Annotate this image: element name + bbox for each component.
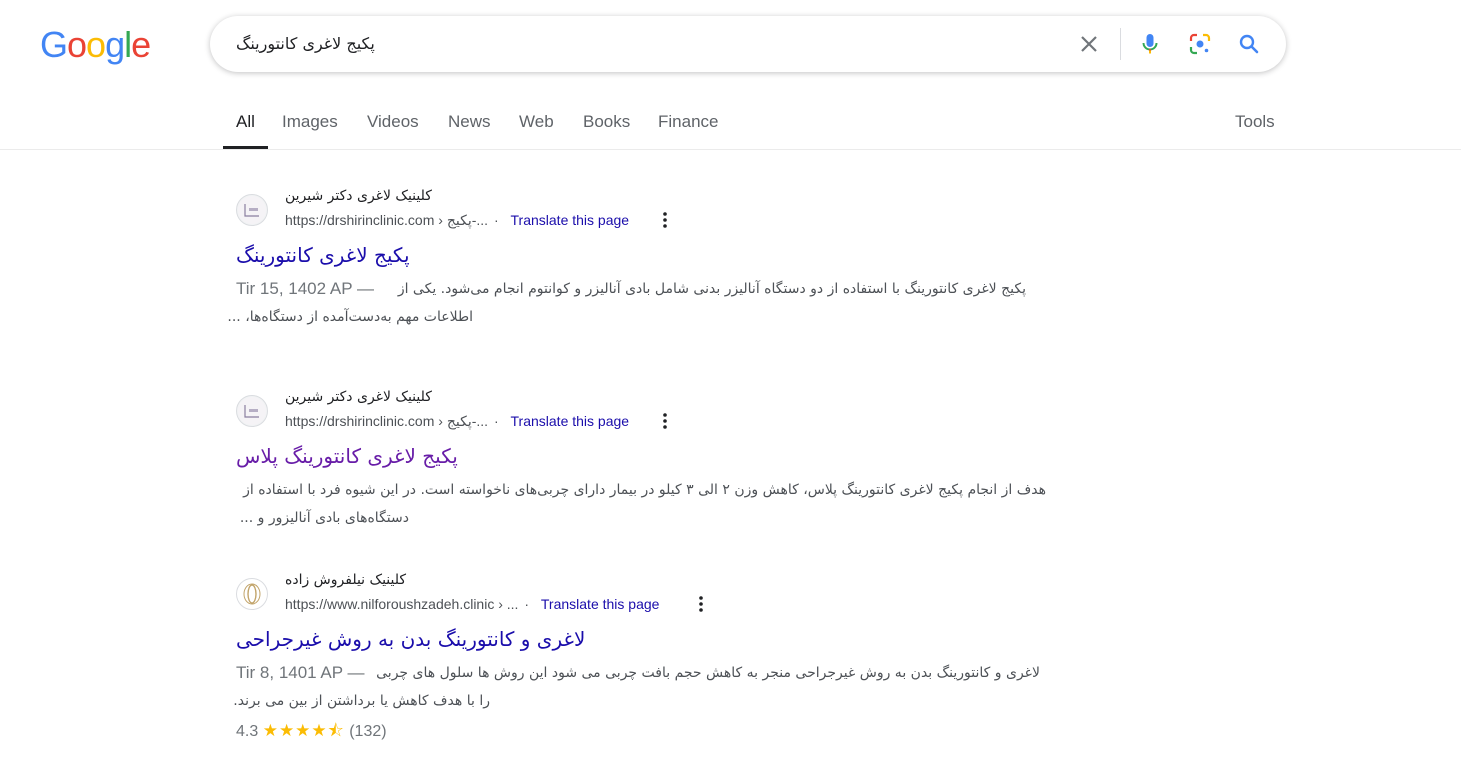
snippet-line: لاغری و کانتورینگ بدن به روش غیرجراحی من… [236, 659, 1040, 687]
separator-dot: · [524, 596, 529, 612]
site-favicon[interactable] [236, 194, 268, 226]
lens-icon[interactable] [1188, 32, 1212, 56]
site-url[interactable]: https://www.nilforoushzadeh.clinic › ...… [285, 596, 659, 612]
result-snippet: لاغری و کانتورینگ بدن به روش غیرجراحی من… [233, 659, 1048, 715]
site-url[interactable]: https://drshirinclinic.com › پکیج-... · … [285, 212, 629, 229]
site-favicon[interactable] [236, 395, 268, 427]
tab-videos[interactable]: Videos [354, 104, 432, 148]
logo-letter: o [86, 24, 106, 65]
clinic-logo-icon [238, 196, 266, 224]
translate-link[interactable]: Translate this page [541, 596, 660, 612]
snippet-text: پکیج لاغری کانتورینگ با استفاده از دو دس… [397, 281, 1026, 297]
more-options-icon[interactable] [691, 594, 711, 614]
logo-letter: e [131, 24, 151, 65]
separator-dot: · [493, 212, 499, 228]
search-tabs: All Images Videos News Web Books Finance [223, 104, 1461, 150]
result-title[interactable]: لاغری و کانتورینگ بدن به روش غیرجراحی [236, 627, 585, 651]
result-title[interactable]: پکیج لاغری کانتورینگ [236, 243, 410, 267]
site-name[interactable]: کلینیک لاغری دکتر شیرین [285, 188, 432, 204]
url-text[interactable]: https://drshirinclinic.com › پکیج-... [285, 413, 488, 429]
more-options-icon[interactable] [655, 210, 675, 230]
result-snippet: هدف از انجام پکیج لاغری کانتورینگ پلاس، … [236, 476, 1048, 532]
tab-web[interactable]: Web [506, 104, 567, 148]
result-date: Tir 8, 1401 AP — [236, 663, 365, 682]
search-input[interactable]: پکیج لاغری کانتورینگ [236, 16, 375, 72]
tab-books[interactable]: Books [570, 104, 643, 148]
snippet-text: لاغری و کانتورینگ بدن به روش غیرجراحی من… [376, 665, 1040, 681]
rating-count: (132) [349, 723, 387, 740]
url-text[interactable]: https://drshirinclinic.com › پکیج-... [285, 212, 488, 228]
header-divider [0, 149, 1461, 150]
url-text[interactable]: https://www.nilforoushzadeh.clinic › ... [285, 596, 518, 612]
site-url[interactable]: https://drshirinclinic.com › پکیج-... · … [285, 413, 629, 430]
snippet-line: دستگاه‌های بادی آنالیزور و ... [239, 510, 409, 526]
snippet-line: اطلاعات مهم به‌دست‌آمده از دستگاه‌ها، ..… [227, 309, 473, 325]
separator-dot: · [493, 413, 499, 429]
result-snippet: پکیج لاغری کانتورینگ با استفاده از دو دس… [227, 275, 1048, 331]
translate-link[interactable]: Translate this page [511, 212, 630, 228]
site-favicon[interactable] [236, 578, 268, 610]
result-date: Tir 15, 1402 AP — [236, 279, 374, 298]
tools-button[interactable]: Tools [1235, 112, 1275, 132]
clear-icon[interactable] [1077, 32, 1101, 56]
snippet-line: پکیج لاغری کانتورینگ با استفاده از دو دس… [236, 275, 1026, 303]
result-rating: 4.3 ★★★★⯪ (132) [236, 718, 387, 747]
tab-news[interactable]: News [435, 104, 504, 148]
tab-all[interactable]: All [223, 104, 268, 149]
microphone-icon[interactable] [1138, 32, 1162, 56]
result-title[interactable]: پکیج لاغری کانتورینگ پلاس [236, 444, 458, 468]
snippet-line: هدف از انجام پکیج لاغری کانتورینگ پلاس، … [243, 482, 1046, 498]
logo-letter: g [105, 24, 125, 65]
search-icon[interactable] [1237, 32, 1261, 56]
search-box[interactable]: پکیج لاغری کانتورینگ [210, 16, 1286, 72]
logo-letter: G [40, 24, 68, 65]
site-name[interactable]: کلینیک نیلفروش زاده [285, 572, 406, 588]
translate-link[interactable]: Translate this page [511, 413, 630, 429]
search-divider [1120, 28, 1121, 60]
site-name[interactable]: کلینیک لاغری دکتر شیرین [285, 389, 432, 405]
tab-finance[interactable]: Finance [645, 104, 731, 148]
rating-stars-icon: ★★★★⯪ [262, 721, 345, 740]
more-options-icon[interactable] [655, 411, 675, 431]
logo-letter: o [67, 24, 87, 65]
clinic-logo-icon [238, 397, 266, 425]
lotus-logo-icon [243, 583, 261, 605]
tab-images[interactable]: Images [269, 104, 351, 148]
google-logo[interactable]: Google [40, 24, 151, 65]
rating-value: 4.3 [236, 723, 259, 740]
snippet-line: را با هدف کاهش یا برداشتن از بین می برند… [233, 693, 490, 709]
